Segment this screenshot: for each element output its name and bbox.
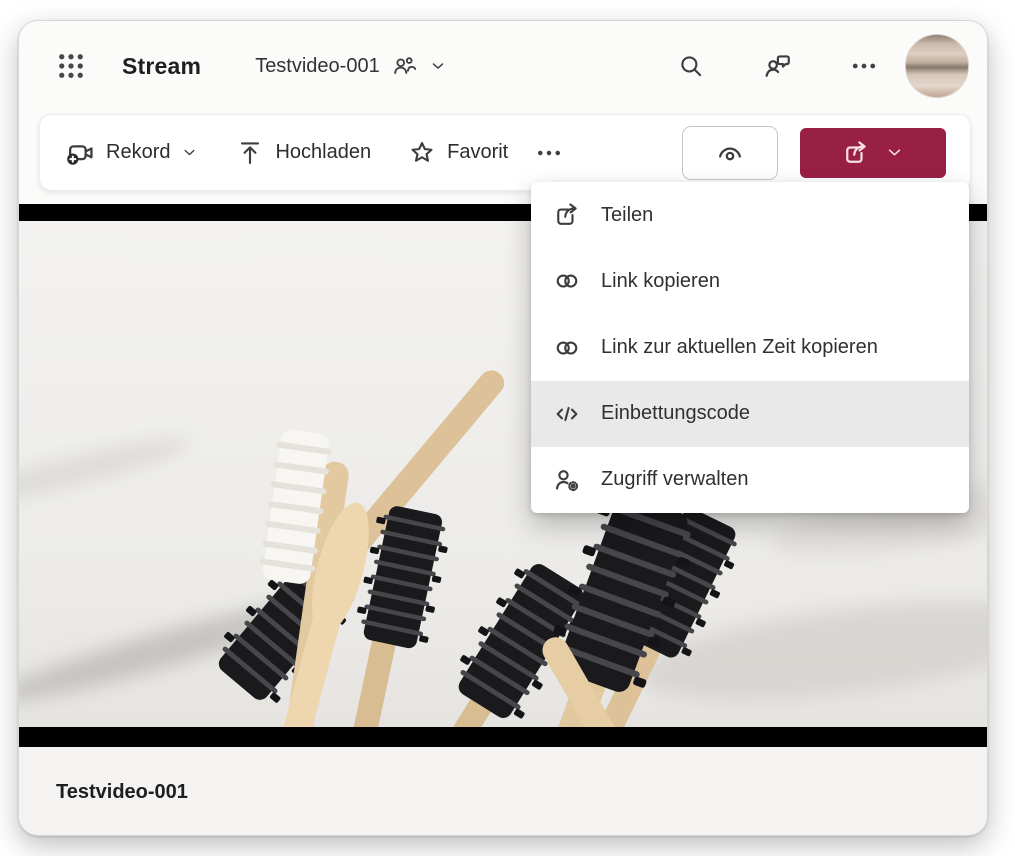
more-options-ellipsis-icon[interactable] bbox=[849, 51, 879, 81]
video-title: Testvideo-001 bbox=[56, 781, 188, 804]
person-settings-icon bbox=[552, 465, 582, 495]
chevron-down-icon bbox=[180, 143, 199, 162]
share-icon bbox=[552, 200, 582, 230]
menu-item-copy-link-at-time[interactable]: Link zur aktuellen Zeit kopieren bbox=[531, 314, 969, 380]
record-label: Rekord bbox=[106, 141, 170, 164]
link-icon bbox=[552, 333, 582, 363]
search-icon[interactable] bbox=[676, 51, 706, 81]
eye-icon bbox=[714, 137, 746, 169]
menu-item-embed-code[interactable]: Einbettungscode bbox=[531, 381, 969, 447]
record-button[interactable]: Rekord bbox=[64, 137, 199, 169]
topbar-right-cluster bbox=[676, 51, 879, 82]
favorite-label: Favorit bbox=[447, 141, 508, 164]
chevron-down-icon bbox=[884, 142, 905, 163]
link-icon bbox=[552, 266, 582, 296]
video-add-icon bbox=[64, 137, 96, 169]
upload-label: Hochladen bbox=[275, 141, 371, 164]
top-app-bar: Stream Testvideo-001 bbox=[19, 21, 987, 111]
account-avatar[interactable] bbox=[905, 34, 969, 98]
video-breadcrumb[interactable]: Testvideo-001 bbox=[255, 53, 448, 79]
views-button[interactable] bbox=[682, 126, 778, 180]
person-feedback-icon[interactable] bbox=[762, 51, 793, 82]
breadcrumb-video-title: Testvideo-001 bbox=[255, 55, 380, 78]
star-icon bbox=[407, 138, 437, 168]
share-dropdown-menu: Teilen Link kopieren Link zur aktuellen … bbox=[531, 182, 969, 513]
video-action-toolbar: Rekord Hochladen Fa bbox=[39, 114, 971, 191]
screenshot: Stream Testvideo-001 bbox=[0, 0, 1015, 856]
menu-item-copy-link[interactable]: Link kopieren bbox=[531, 248, 969, 314]
favorite-button[interactable]: Favorit bbox=[407, 138, 508, 168]
toolbar-more-ellipsis-icon[interactable] bbox=[534, 138, 564, 168]
menu-item-share[interactable]: Teilen bbox=[531, 182, 969, 248]
app-title[interactable]: Stream bbox=[122, 53, 201, 80]
people-icon bbox=[391, 53, 417, 79]
menu-item-manage-access[interactable]: Zugriff verwalten bbox=[531, 447, 969, 513]
arrow-upload-icon bbox=[235, 138, 265, 168]
share-icon bbox=[841, 138, 871, 168]
stream-app-window: Stream Testvideo-001 bbox=[18, 20, 988, 836]
video-info-bar: Testvideo-001 bbox=[19, 747, 988, 836]
upload-button[interactable]: Hochladen bbox=[235, 138, 371, 168]
letterbox-bottom bbox=[19, 727, 988, 747]
share-split-button[interactable] bbox=[800, 128, 946, 178]
app-launcher-waffle-icon[interactable] bbox=[56, 51, 86, 81]
chevron-down-icon bbox=[428, 56, 448, 76]
code-icon bbox=[552, 399, 582, 429]
